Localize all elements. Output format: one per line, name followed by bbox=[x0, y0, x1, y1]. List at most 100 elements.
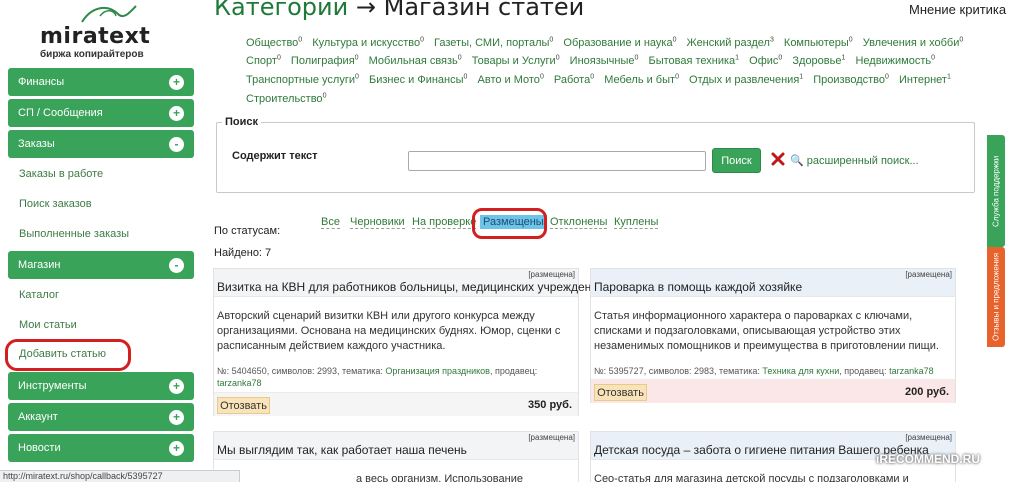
seller-link[interactable]: tarzanka78 bbox=[889, 366, 934, 376]
category-count: 1 bbox=[946, 73, 951, 81]
category-link[interactable]: Иноязычные0 bbox=[570, 55, 639, 68]
sidebar-section-shop[interactable]: Магазин - bbox=[8, 251, 194, 279]
sidebar-item-catalog[interactable]: Каталог bbox=[19, 289, 59, 301]
category-link[interactable]: Культура и искусство0 bbox=[312, 36, 424, 49]
expand-icon[interactable]: + bbox=[169, 409, 184, 425]
category-link[interactable]: Газеты, СМИ, порталы0 bbox=[434, 36, 554, 49]
category-name: Образование и наука bbox=[563, 36, 673, 49]
tab-purchased[interactable]: Куплены bbox=[614, 216, 659, 229]
expand-icon[interactable]: + bbox=[169, 105, 184, 121]
card-footer: Отозвать 200 руб. bbox=[591, 379, 955, 403]
category-link[interactable]: Полиграфия0 bbox=[290, 55, 359, 68]
sidebar-section-orders[interactable]: Заказы - bbox=[8, 130, 194, 158]
article-title[interactable]: Визитка на КВН для работников больницы, … bbox=[217, 280, 605, 294]
category-link[interactable]: Компьютеры0 bbox=[784, 36, 853, 49]
highlight-circle-published bbox=[472, 208, 547, 239]
category-link[interactable]: Бытовая техника1 bbox=[648, 55, 739, 68]
logo-tagline: биржа копирайтеров bbox=[40, 49, 144, 60]
article-price: 200 руб. bbox=[905, 386, 949, 398]
seller-link[interactable]: tarzanka78 bbox=[217, 378, 262, 388]
category-name: Товары и Услуги bbox=[471, 55, 556, 68]
category-count: 0 bbox=[549, 36, 554, 43]
category-link[interactable]: Мобильная связь0 bbox=[369, 55, 462, 68]
sidebar-section-label: Новости bbox=[18, 442, 61, 454]
category-link[interactable]: Женский раздел3 bbox=[687, 36, 774, 49]
category-count: 0 bbox=[322, 91, 327, 99]
category-link[interactable]: Товары и Услуги0 bbox=[471, 55, 560, 68]
category-link[interactable]: Транспортные услуги0 bbox=[246, 73, 359, 86]
category-name: Интернет bbox=[898, 73, 947, 86]
category-name: Культура и искусство bbox=[312, 36, 421, 49]
category-name: Отдых и развлечения bbox=[689, 73, 800, 86]
withdraw-button[interactable]: Отозвать bbox=[594, 384, 647, 401]
expand-icon[interactable]: + bbox=[169, 378, 184, 394]
sidebar-section-account[interactable]: Аккаунт + bbox=[8, 403, 194, 431]
category-link[interactable]: Интернет1 bbox=[898, 73, 951, 86]
title-categories-link[interactable]: Категории bbox=[214, 0, 348, 21]
category-link[interactable]: Образование и наука0 bbox=[563, 36, 676, 49]
meta-prefix: №: 5404650, символов: 2993, тематика: bbox=[217, 366, 383, 376]
category-name: Полиграфия bbox=[290, 55, 355, 68]
category-link[interactable]: Строительство0 bbox=[246, 91, 327, 105]
category-name: Строительство bbox=[246, 92, 323, 105]
critic-opinion-link[interactable]: Мнение критика bbox=[909, 2, 1006, 17]
topic-link[interactable]: Техника для кухни bbox=[762, 366, 839, 376]
sidebar-section-tools[interactable]: Инструменты + bbox=[8, 372, 194, 400]
tab-rejected[interactable]: Отклонены bbox=[550, 216, 608, 229]
category-link[interactable]: Здоровье1 bbox=[792, 55, 845, 68]
sidebar-section-messages[interactable]: СП / Сообщения + bbox=[8, 99, 194, 127]
sidebar-section-news[interactable]: Новости + bbox=[8, 434, 194, 462]
clear-icon[interactable] bbox=[771, 152, 785, 166]
sidebar-item-search-orders[interactable]: Поиск заказов bbox=[19, 198, 92, 210]
collapse-icon[interactable]: - bbox=[169, 136, 184, 152]
category-count: 0 bbox=[959, 36, 964, 43]
category-name: Авто и Мото bbox=[477, 73, 540, 86]
sidebar-item-completed-orders[interactable]: Выполненные заказы bbox=[19, 228, 129, 240]
category-link[interactable]: Мебель и быт0 bbox=[604, 73, 679, 86]
tab-drafts[interactable]: Черновики bbox=[350, 216, 405, 229]
expand-icon[interactable]: + bbox=[169, 74, 184, 90]
support-side-tab[interactable]: Служба поддержки bbox=[987, 135, 1005, 247]
article-card: [размещена] Визитка на КВН для работнико… bbox=[213, 268, 605, 416]
withdraw-button[interactable]: Отозвать bbox=[217, 397, 270, 414]
seller-prefix: , продавец: bbox=[489, 366, 538, 376]
sidebar-section-finance[interactable]: Финансы + bbox=[8, 68, 194, 96]
sidebar: miratext биржа копирайтеров Финансы + СП… bbox=[0, 0, 200, 482]
category-link[interactable]: Спорт0 bbox=[246, 55, 281, 68]
topic-link[interactable]: Организация праздников bbox=[385, 366, 490, 376]
sidebar-item-orders-in-progress[interactable]: Заказы в работе bbox=[19, 168, 103, 180]
category-link[interactable]: Общество0 bbox=[246, 36, 302, 49]
category-link[interactable]: Отдых и развлечения1 bbox=[689, 73, 803, 86]
tab-under-review[interactable]: На проверке bbox=[412, 216, 477, 229]
site-logo[interactable]: miratext биржа копирайтеров bbox=[40, 2, 170, 62]
category-link[interactable]: Авто и Мото0 bbox=[477, 73, 544, 86]
search-input[interactable] bbox=[408, 151, 706, 171]
collapse-icon[interactable]: - bbox=[169, 257, 184, 273]
logo-name: miratext bbox=[40, 24, 151, 49]
category-link[interactable]: Работа0 bbox=[554, 73, 594, 86]
meta-prefix: №: 5395727, символов: 2983, тематика: bbox=[594, 366, 760, 376]
sidebar-item-my-articles[interactable]: Мои статьи bbox=[19, 319, 77, 331]
category-link[interactable]: Офис0 bbox=[749, 54, 783, 68]
advanced-search-link[interactable]: 🔍 расширенный поиск... bbox=[790, 154, 919, 167]
category-name: Транспортные услуги bbox=[246, 73, 356, 86]
category-count: 0 bbox=[675, 73, 679, 81]
article-title[interactable]: Мы выглядим так, как работает наша печен… bbox=[217, 443, 467, 457]
card-footer: Отозвать 350 руб. bbox=[214, 392, 578, 416]
category-name: Здоровье bbox=[792, 55, 842, 68]
seller-prefix: , продавец: bbox=[839, 366, 887, 376]
category-link[interactable]: Бизнес и Финансы0 bbox=[369, 73, 467, 86]
search-button[interactable]: Поиск bbox=[712, 148, 761, 173]
article-title[interactable]: Пароварка в помощь каждой хозяйке bbox=[594, 280, 802, 294]
expand-icon[interactable]: + bbox=[169, 440, 184, 456]
category-link[interactable]: Производство0 bbox=[813, 73, 889, 86]
category-count: 0 bbox=[778, 54, 783, 62]
category-link[interactable]: Недвижимость0 bbox=[855, 55, 935, 68]
article-price: 350 руб. bbox=[528, 399, 572, 411]
feedback-side-tab[interactable]: Отзывы и предложения bbox=[987, 247, 1005, 347]
category-count: 0 bbox=[420, 36, 424, 43]
contains-text-label: Содержит текст bbox=[232, 150, 318, 162]
category-link[interactable]: Увлечения и хобби0 bbox=[863, 36, 964, 49]
tab-all[interactable]: Все bbox=[321, 216, 340, 229]
status-badge: [размещена] bbox=[905, 433, 952, 442]
